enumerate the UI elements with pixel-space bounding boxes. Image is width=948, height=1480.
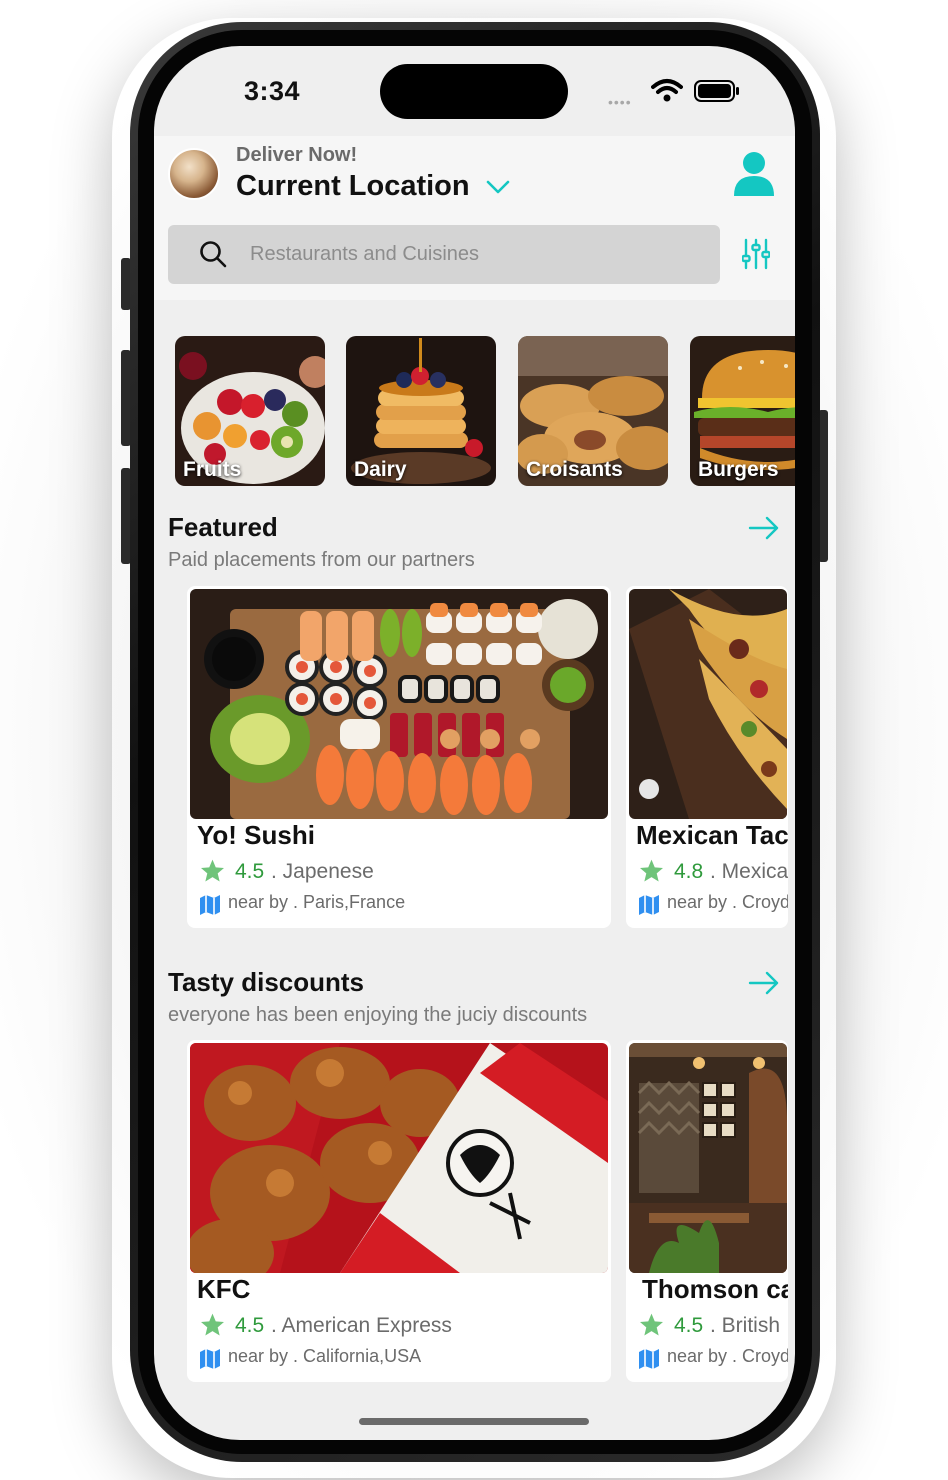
featured-subtitle: Paid placements from our partners bbox=[168, 549, 475, 571]
star-icon bbox=[201, 859, 224, 882]
star-icon bbox=[640, 1313, 663, 1336]
map-icon bbox=[200, 895, 220, 915]
search-input[interactable]: Restaurants and Cuisines bbox=[168, 225, 720, 284]
restaurant-name: KFC bbox=[197, 1274, 251, 1304]
app-screen: 3:34 •••• Deliver Now! Current Location bbox=[154, 46, 795, 1440]
restaurant-name: Thomson cafe bbox=[642, 1274, 788, 1304]
category-dairy[interactable]: Dairy bbox=[346, 336, 496, 486]
category-label: Croisants bbox=[526, 458, 623, 481]
deliver-now-label: Deliver Now! bbox=[236, 144, 358, 166]
chevron-down-icon[interactable] bbox=[485, 178, 511, 196]
restaurant-cuisine: . British bbox=[710, 1314, 781, 1337]
status-time: 3:34 bbox=[244, 76, 301, 106]
map-icon bbox=[639, 1349, 659, 1369]
restaurant-card-mexican-tacos[interactable]: Mexican Tacos 4.8 . Mexican near by . Cr… bbox=[626, 586, 788, 928]
app-header: Deliver Now! Current Location Restaurant… bbox=[154, 136, 795, 300]
category-burgers[interactable]: Burgers bbox=[690, 336, 795, 486]
category-croisants[interactable]: Croisants bbox=[518, 336, 668, 486]
restaurant-nearby: near by . Croydon bbox=[667, 1346, 788, 1366]
category-label: Dairy bbox=[354, 458, 407, 481]
category-label: Fruits bbox=[183, 458, 242, 481]
wifi-icon bbox=[651, 79, 683, 102]
device-stage: 3:34 •••• Deliver Now! Current Location bbox=[0, 0, 948, 1480]
restaurant-name: Yo! Sushi bbox=[197, 820, 315, 850]
search-icon bbox=[200, 241, 227, 268]
discounts-title: Tasty discounts bbox=[168, 967, 365, 997]
cellular-signal-icon: •••• bbox=[608, 94, 632, 110]
star-icon bbox=[640, 859, 663, 882]
restaurant-cuisine: . American Express bbox=[271, 1314, 452, 1337]
restaurant-image bbox=[190, 589, 608, 819]
avatar[interactable] bbox=[168, 148, 220, 200]
restaurant-card-yo-sushi[interactable]: Yo! Sushi 4.5 . Japenese near by . Paris… bbox=[187, 586, 611, 928]
restaurant-cuisine: . Japenese bbox=[271, 860, 374, 883]
restaurant-nearby: near by . California,USA bbox=[228, 1346, 422, 1366]
filter-sliders-icon[interactable] bbox=[742, 238, 770, 270]
status-bar: 3:34 •••• bbox=[154, 46, 795, 136]
arrow-right-icon[interactable] bbox=[748, 971, 780, 995]
restaurant-card-thomson-cafe[interactable]: Thomson cafe 4.5 . British near by . Cro… bbox=[626, 1040, 788, 1382]
restaurant-rating: 4.8 bbox=[674, 860, 704, 883]
map-icon bbox=[639, 895, 659, 915]
restaurant-rating: 4.5 bbox=[235, 1314, 265, 1337]
restaurant-nearby: near by . Croydon bbox=[667, 892, 788, 912]
restaurant-name: Mexican Tacos bbox=[636, 820, 788, 850]
arrow-right-icon[interactable] bbox=[748, 516, 780, 540]
discounts-subtitle: everyone has been enjoying the juciy dis… bbox=[168, 1004, 588, 1026]
location-selector[interactable]: Current Location bbox=[236, 170, 470, 203]
star-icon bbox=[201, 1313, 224, 1336]
search-placeholder: Restaurants and Cuisines bbox=[250, 243, 480, 265]
restaurant-rating: 4.5 bbox=[674, 1314, 704, 1337]
restaurant-image bbox=[190, 1043, 608, 1273]
category-fruits[interactable]: Fruits bbox=[175, 336, 325, 486]
restaurant-rating: 4.5 bbox=[235, 860, 265, 883]
restaurant-cuisine: . Mexican bbox=[710, 860, 788, 883]
battery-icon bbox=[694, 80, 739, 102]
map-icon bbox=[200, 1349, 220, 1369]
restaurant-image bbox=[629, 1043, 787, 1273]
restaurant-nearby: near by . Paris,France bbox=[228, 892, 406, 912]
category-label: Burgers bbox=[698, 458, 779, 481]
home-indicator[interactable] bbox=[359, 1418, 589, 1425]
featured-title: Featured bbox=[168, 512, 278, 542]
profile-icon[interactable] bbox=[732, 150, 776, 198]
restaurant-card-kfc[interactable]: KFC 4.5 . American Express near by . Cal… bbox=[187, 1040, 611, 1382]
dynamic-island bbox=[380, 64, 568, 119]
restaurant-image bbox=[629, 589, 787, 819]
